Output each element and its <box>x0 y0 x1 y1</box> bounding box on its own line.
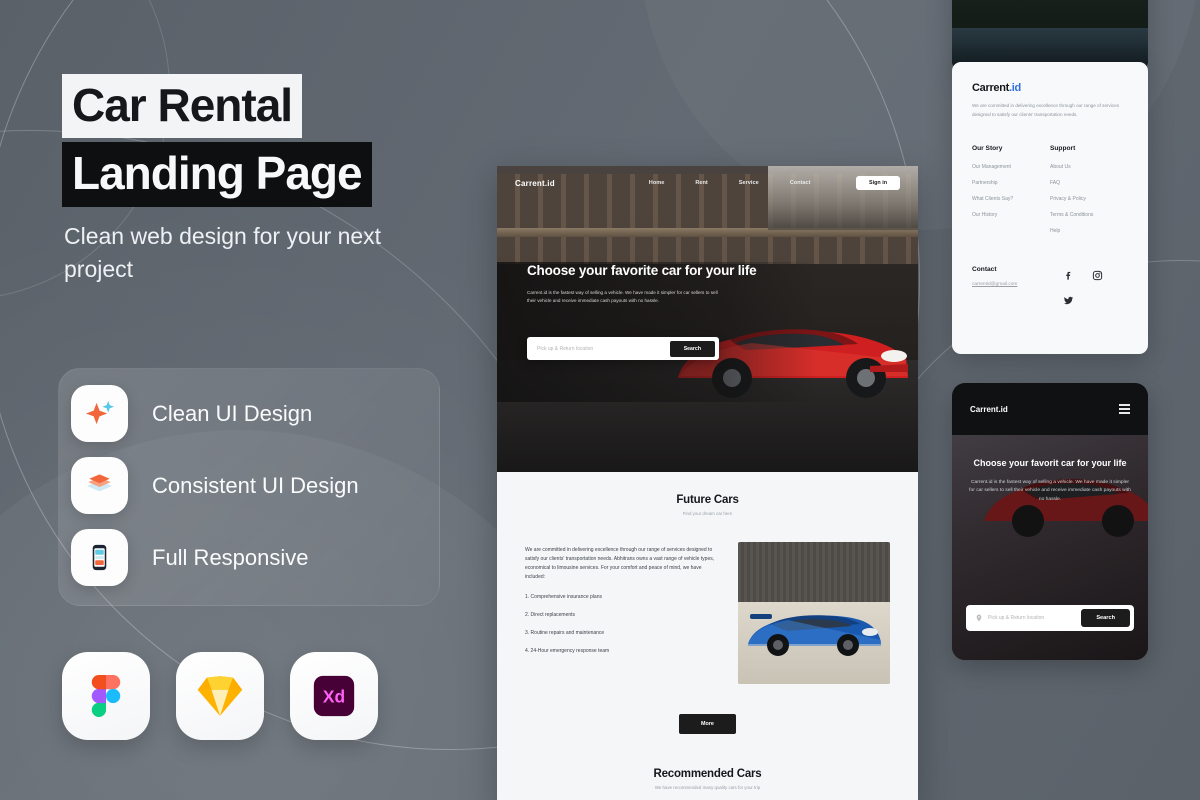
location-pin-icon <box>976 614 982 622</box>
footer-contact-email[interactable]: carrentid@gmail.com <box>972 282 1063 287</box>
recommended-cars-title: Recommended Cars <box>653 768 762 780</box>
footer-link[interactable]: Privacy & Policy <box>1050 196 1128 202</box>
promo-title-line-1: Car Rental <box>62 74 303 139</box>
feature-label: Consistent UI Design <box>152 472 359 498</box>
twitter-icon[interactable] <box>1063 295 1074 306</box>
mobile-hero-description: Carrent.id is the fastest way of selling… <box>969 479 1131 503</box>
list-item: 3. Routine repairs and maintenance <box>525 630 605 637</box>
mobile-mockup: Carrent.id Choose your favorit car for y… <box>952 383 1148 660</box>
garage-wall <box>738 542 890 602</box>
future-cars-title: Future Cars <box>676 494 739 506</box>
nav-link-home[interactable]: Home <box>649 180 665 186</box>
footer-contact: Contact carrentid@gmail.com <box>972 266 1128 306</box>
tool-badges: Xd <box>62 652 378 740</box>
footer-link[interactable]: About Us <box>1050 164 1128 170</box>
sketch-icon <box>176 652 264 740</box>
footer-column-heading: Our Story <box>972 145 1003 153</box>
footer-link[interactable]: Our Management <box>972 164 1050 170</box>
footer-mockup: Carrent.id We are committed in deliverin… <box>952 62 1148 354</box>
desktop-mockup: Carrent.id Home Rent Service Contact Sig… <box>497 166 918 800</box>
promo-panel: Car Rental Landing Page Clean web design… <box>0 0 470 800</box>
footer-logo-suffix: .id <box>1009 82 1021 94</box>
join-us-card: Join Us Get 20% discount for new member … <box>952 0 1148 70</box>
hero-search-input[interactable]: Pick up & Return location <box>537 346 670 352</box>
mobile-navbar: Carrent.id <box>952 383 1148 435</box>
footer-logo-main: Carrent <box>972 82 1010 94</box>
footer-contact-heading: Contact <box>972 266 997 274</box>
feature-item-full-responsive: Full Responsive <box>71 529 309 586</box>
list-item: 2. Direct replacements <box>525 612 576 619</box>
footer-link-columns: Our Story Our Management Partnership Wha… <box>972 145 1128 244</box>
future-cars-section: Future Cars Find your dream car here We … <box>497 472 918 734</box>
future-cars-subtitle: Find your dream car here <box>682 511 733 516</box>
sparkle-icon <box>71 385 128 442</box>
feature-label: Clean UI Design <box>152 400 313 426</box>
hero-title: Choose your favorite car for your life <box>527 263 757 278</box>
hero-search-bar[interactable]: Pick up & Return location Search <box>527 337 719 360</box>
desktop-hero-section: Carrent.id Home Rent Service Contact Sig… <box>497 166 918 472</box>
layers-icon <box>71 457 128 514</box>
navbar-links: Home Rent Service Contact <box>649 180 811 186</box>
hero-description: Carrent.id is the fastest way of selling… <box>527 289 718 303</box>
mobile-hero-title: Choose your favorit car for your life <box>973 458 1127 468</box>
footer-social-links <box>1063 266 1128 306</box>
blue-car-image <box>748 614 881 656</box>
mobile-search-bar[interactable]: Pick up & Return location Search <box>966 605 1134 631</box>
footer-link[interactable]: What Clients Say? <box>972 196 1050 202</box>
hero-copy: Choose your favorite car for your life C… <box>527 262 817 305</box>
future-cars-content: We are committed in delivering excellenc… <box>525 542 890 684</box>
list-item: 1. Comprehensive insurance plans <box>525 594 602 601</box>
mobile-search-input[interactable]: Pick up & Return location <box>988 615 1081 621</box>
future-cars-image <box>738 542 890 684</box>
more-button[interactable]: More <box>679 714 736 734</box>
footer-logo: Carrent.id <box>972 82 1128 94</box>
figma-icon <box>62 652 150 740</box>
recommended-cars-subtitle: We have recommended many quality cars fo… <box>654 785 761 790</box>
recommended-cars-section: Recommended Cars We have recommended man… <box>497 734 918 790</box>
footer-column-our-story: Our Story Our Management Partnership Wha… <box>972 145 1050 244</box>
footer-link[interactable]: FAQ <box>1050 180 1128 186</box>
footer-link[interactable]: Partnership <box>972 180 1050 186</box>
mobile-search-button[interactable]: Search <box>1081 609 1130 627</box>
future-cars-list: 1. Comprehensive insurance plans 2. Dire… <box>525 593 720 656</box>
feature-label: Full Responsive <box>152 544 309 570</box>
facebook-icon[interactable] <box>1063 270 1074 281</box>
nav-link-contact[interactable]: Contact <box>790 180 811 186</box>
footer-column-heading: Support <box>1050 145 1076 153</box>
future-cars-text: We are committed in delivering excellenc… <box>525 542 720 665</box>
footer-column-support: Support About Us FAQ Privacy & Policy Te… <box>1050 145 1128 244</box>
hero-search-button[interactable]: Search <box>669 340 715 357</box>
mobile-logo[interactable]: Carrent.id <box>970 405 1008 414</box>
sign-in-button[interactable]: Sign in <box>856 176 900 190</box>
future-cars-paragraph: We are committed in delivering excellenc… <box>525 547 715 581</box>
list-item: 4. 24-Hour emergency response team <box>525 648 610 655</box>
hamburger-menu-icon[interactable] <box>1119 404 1130 414</box>
promo-title: Car Rental Landing Page <box>62 74 372 207</box>
more-button-wrap: More <box>525 712 890 734</box>
footer-link[interactable]: Our History <box>972 212 1050 218</box>
desktop-navbar: Carrent.id Home Rent Service Contact Sig… <box>497 166 918 200</box>
footer-description: We are committed in delivering excellenc… <box>972 103 1119 117</box>
nav-link-rent[interactable]: Rent <box>695 180 707 186</box>
mobile-icon <box>71 529 128 586</box>
svg-text:Xd: Xd <box>323 686 345 706</box>
instagram-icon[interactable] <box>1092 270 1103 281</box>
mobile-hero: Choose your favorit car for your life Ca… <box>952 435 1148 660</box>
mobile-hero-copy: Choose your favorit car for your life Ca… <box>952 457 1148 505</box>
join-card-photo <box>952 0 1148 70</box>
adobe-xd-icon: Xd <box>290 652 378 740</box>
feature-item-clean-ui: Clean UI Design <box>71 385 312 442</box>
footer-contact-left: Contact carrentid@gmail.com <box>972 266 1063 306</box>
nav-link-service[interactable]: Service <box>739 180 759 186</box>
footer-link[interactable]: Help <box>1050 228 1128 234</box>
promo-subtitle: Clean web design for your next project <box>64 223 382 282</box>
feature-item-consistent-ui: Consistent UI Design <box>71 457 359 514</box>
navbar-logo[interactable]: Carrent.id <box>515 179 555 188</box>
promo-title-line-2: Landing Page <box>62 142 372 207</box>
feature-list-card: Clean UI Design Consistent UI Design Ful… <box>58 368 440 606</box>
footer-link[interactable]: Terms & Conditions <box>1050 212 1128 218</box>
